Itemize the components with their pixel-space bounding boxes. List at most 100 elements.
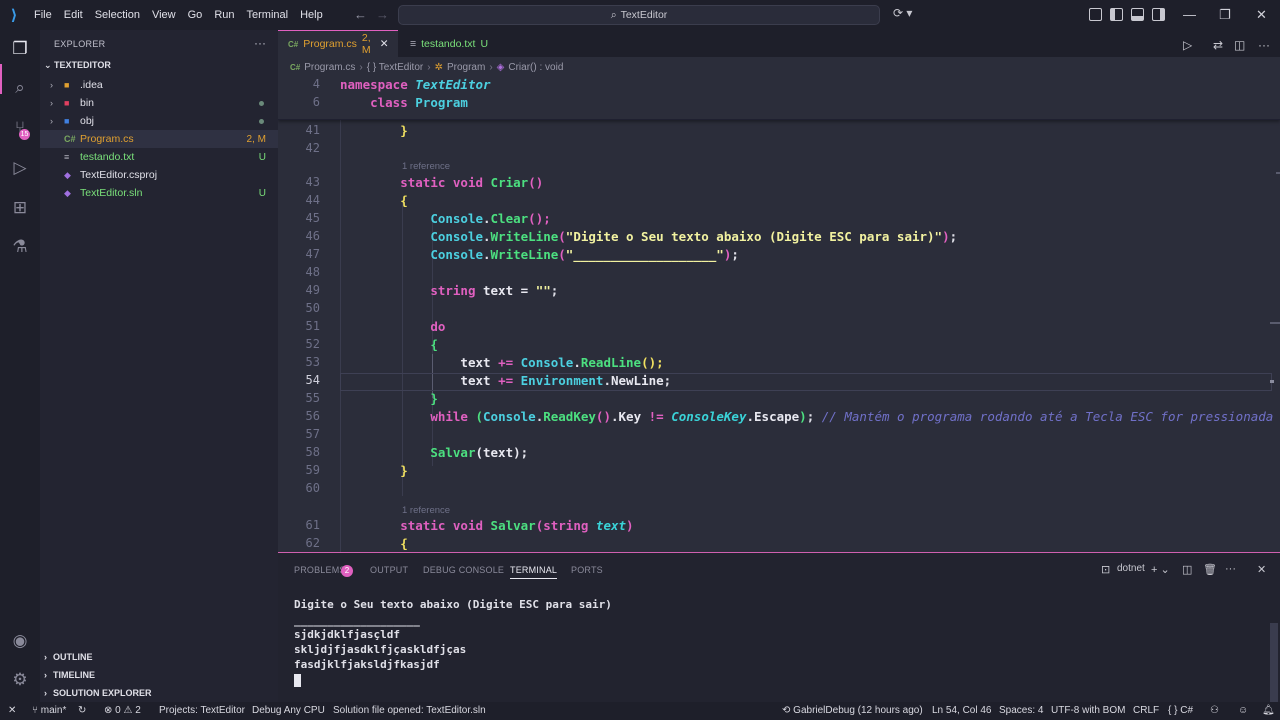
outline-section[interactable]: › OUTLINE <box>44 648 93 666</box>
more-actions-icon[interactable]: ··· <box>1258 38 1270 52</box>
codelens-references[interactable]: 1 reference <box>402 161 450 172</box>
remote-icon[interactable]: ✕ <box>8 705 16 716</box>
codelens-references[interactable]: 1 reference <box>402 505 450 516</box>
section-label: OUTLINE <box>53 652 93 662</box>
copilot-status-icon[interactable]: ⚇ <box>1210 705 1219 716</box>
tab-problems[interactable]: PROBLEMS <box>294 565 346 575</box>
tree-item-sln[interactable]: ◆ TextEditor.sln U <box>40 184 278 202</box>
terminal-scrollbar[interactable] <box>1270 623 1278 703</box>
settings-gear-icon[interactable]: ⚙ <box>9 669 31 691</box>
line-number: 42 <box>305 141 320 155</box>
cursor-position[interactable]: Ln 54, Col 46 <box>932 705 992 716</box>
tab-testando-txt[interactable]: ≡ testando.txt U <box>400 30 500 57</box>
terminal-name[interactable]: dotnet <box>1117 563 1145 574</box>
tree-item-label: TextEditor.sln <box>80 187 143 199</box>
menu-view[interactable]: View <box>146 9 182 21</box>
indentation[interactable]: Spaces: 4 <box>999 705 1043 716</box>
code-editor[interactable]: static void Abrir() 41 } 42 1 reference … <box>278 76 1280 552</box>
close-tab-icon[interactable]: ✕ <box>380 38 389 50</box>
workspace-root[interactable]: ⌄ TEXTEDITOR <box>44 60 111 71</box>
breadcrumb-file[interactable]: Program.cs <box>304 62 355 73</box>
tab-program-cs[interactable]: C# Program.cs 2, M ✕ <box>278 30 398 57</box>
tree-item-label: .idea <box>80 79 103 91</box>
toggle-panel-icon[interactable] <box>1131 8 1144 21</box>
notifications-bell-icon[interactable]: 🔔︎ <box>1262 705 1275 716</box>
sln-icon: ◆ <box>64 187 71 198</box>
toggle-secondary-sidebar-icon[interactable] <box>1152 8 1165 21</box>
minimize-icon[interactable]: — <box>1183 7 1196 22</box>
git-blame[interactable]: ⟲ GabrielDebug (12 hours ago) <box>782 705 923 716</box>
breadcrumb-method[interactable]: Criar() : void <box>508 62 563 73</box>
sticky-scroll[interactable]: 4 namespace TextEditor 6 class Program <box>278 76 1280 120</box>
encoding[interactable]: UTF-8 with BOM <box>1051 705 1125 716</box>
line-ending[interactable]: CRLF <box>1133 705 1159 716</box>
code-line-62: { <box>400 536 408 551</box>
split-editor-icon[interactable]: ◫ <box>1234 38 1245 52</box>
close-panel-icon[interactable]: ✕ <box>1257 563 1266 576</box>
solution-explorer-section[interactable]: › SOLUTION EXPLORER <box>44 684 152 702</box>
tree-item-csproj[interactable]: ◆ TextEditor.csproj <box>40 166 278 184</box>
branch-name: main* <box>40 705 67 716</box>
language-label: C# <box>1180 705 1194 716</box>
tab-output[interactable]: OUTPUT <box>370 565 408 575</box>
chevron-right-icon: › <box>50 80 53 90</box>
tree-item-testando-txt[interactable]: ≡ testando.txt U <box>40 148 278 166</box>
breadcrumb-class[interactable]: Program <box>447 62 485 73</box>
feedback-icon[interactable]: ☺ <box>1238 705 1248 716</box>
command-center[interactable]: ⌕ TextEditor <box>398 5 880 25</box>
solution-status[interactable]: Solution file opened: TextEditor.sln <box>333 705 486 716</box>
debug-config[interactable]: Debug Any CPU <box>252 705 325 716</box>
menu-edit[interactable]: Edit <box>58 9 89 21</box>
restore-icon[interactable]: ❐ <box>1219 7 1231 23</box>
close-window-icon[interactable]: ✕ <box>1256 7 1267 23</box>
line-number: 53 <box>305 355 320 369</box>
command-center-label: TextEditor <box>620 9 668 21</box>
source-control-badge: 15 <box>19 129 30 140</box>
tree-item-bin[interactable]: › ■ bin <box>40 94 278 112</box>
code-line-47: Console.WriteLine("___________________")… <box>430 247 739 262</box>
customize-layout-icon[interactable] <box>1089 8 1102 21</box>
tab-debug-console[interactable]: DEBUG CONSOLE <box>423 565 504 575</box>
explorer-icon[interactable]: ❐ <box>9 38 31 60</box>
new-terminal-icon[interactable]: + ⌄ <box>1151 563 1170 576</box>
menu-file[interactable]: File <box>28 9 58 21</box>
forward-arrow-icon[interactable]: → <box>376 7 389 22</box>
menu-selection[interactable]: Selection <box>89 9 146 21</box>
sync-icon[interactable]: ↻ <box>78 705 86 716</box>
tree-item-idea[interactable]: › ■ .idea <box>40 76 278 94</box>
problems-indicator[interactable]: ⊗ 0 ⚠ 2 <box>104 705 141 716</box>
open-changes-icon[interactable]: ⇄ <box>1213 38 1223 52</box>
language-mode[interactable]: { } C# <box>1168 705 1193 716</box>
search-view-icon[interactable]: ⌕ <box>9 77 31 99</box>
extensions-icon[interactable]: ⊞ <box>9 197 31 219</box>
branch-indicator[interactable]: ⑂ main* <box>32 705 66 716</box>
toggle-primary-sidebar-icon[interactable] <box>1110 8 1123 21</box>
search-icon: ⌕ <box>610 8 617 21</box>
menu-help[interactable]: Help <box>294 9 329 21</box>
run-icon[interactable]: ▷ <box>1183 38 1192 52</box>
projects-indicator[interactable]: Projects: TextEditor <box>159 705 245 716</box>
code-line-44: { <box>400 193 408 208</box>
testing-icon[interactable]: ⚗ <box>9 236 31 258</box>
tab-ports[interactable]: PORTS <box>571 565 603 575</box>
tree-item-obj[interactable]: › ■ obj <box>40 112 278 130</box>
accounts-icon[interactable]: ◉ <box>9 630 31 652</box>
back-arrow-icon[interactable]: ← <box>354 7 367 22</box>
git-status: 2, M <box>246 133 266 145</box>
trash-icon[interactable]: 🗑 <box>1203 563 1217 576</box>
more-actions-icon[interactable]: ··· <box>254 36 266 50</box>
tab-terminal[interactable]: TERMINAL <box>510 565 558 579</box>
tree-item-program-cs[interactable]: C# Program.cs 2, M <box>40 130 278 148</box>
timeline-section[interactable]: › TIMELINE <box>44 666 95 684</box>
breadcrumb-namespace[interactable]: { } TextEditor <box>367 62 424 73</box>
copilot-icon[interactable]: ⟳ ▾ <box>893 6 912 20</box>
menu-terminal[interactable]: Terminal <box>241 9 295 21</box>
terminal-cursor <box>294 674 301 687</box>
split-terminal-icon[interactable]: ◫ <box>1182 563 1192 576</box>
tab-status: U <box>480 37 489 50</box>
code-line-53: text += Console.ReadLine(); <box>460 355 664 370</box>
menu-go[interactable]: Go <box>182 9 209 21</box>
run-debug-icon[interactable]: ▷ <box>9 157 31 179</box>
menu-run[interactable]: Run <box>208 9 240 21</box>
more-actions-icon[interactable]: ··· <box>1225 563 1236 575</box>
